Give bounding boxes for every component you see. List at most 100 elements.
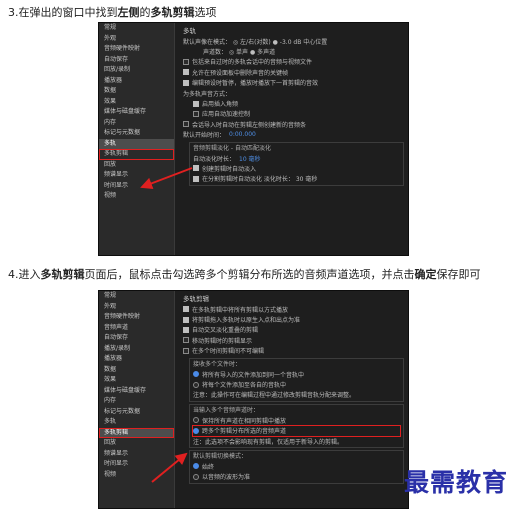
- option-row[interactable]: 保持所有声道在相同剪辑中播放: [193, 415, 400, 425]
- option-row: 自动淡化时长： 10 毫秒: [193, 153, 400, 163]
- option-label: 以音频的波形为准: [202, 474, 251, 482]
- multitrack-clip-options: 在多轨剪辑中将所有剪辑以方式播放 将剪辑拖入多轨时以原生入点和出点为准 自动交叉淡化…: [183, 304, 404, 356]
- option-row: 默认开始时间： 0:00.000: [183, 130, 404, 140]
- sidebar-item-15[interactable]: 频谱显示: [99, 449, 174, 460]
- option-row[interactable]: 在多个时间剪辑间不可编辑: [183, 346, 404, 356]
- option-label: 声道数： ◎ 单声 ● 多声道: [203, 49, 276, 57]
- multitrack-options: 默认声像在模式： ◎ 左/右(对数) ● -3.0 dB 中心位置 声道数： ◎ …: [183, 36, 404, 140]
- checkbox[interactable]: [193, 110, 199, 117]
- option-row[interactable]: 会话导入时自动在剪辑左侧创建新的音频条: [183, 119, 404, 129]
- checkbox[interactable]: [193, 100, 199, 107]
- sidebar-item-0[interactable]: 常规: [99, 23, 174, 34]
- sidebar-item-15[interactable]: 时间显示: [99, 181, 174, 192]
- option-label: 注：此选项不会影响现有剪辑，仅适用于新导入的剪辑。: [193, 438, 344, 446]
- sidebar-item-5[interactable]: 播放器: [99, 76, 174, 87]
- step-4-caption: 4.进入多轨剪辑页面后，鼠标点击勾选跨多个剪辑分布所选的音频声道选项，并点击确定…: [8, 268, 481, 282]
- sidebar-item-14[interactable]: 回放: [99, 438, 174, 449]
- option-row[interactable]: 允许在预设面板中删除声音的关键帧: [183, 67, 404, 77]
- option-label: 保持所有声道在相同剪辑中播放: [202, 417, 287, 425]
- sidebar-item-1[interactable]: 外观: [99, 34, 174, 45]
- sidebar-item-11[interactable]: 多轨: [99, 138, 174, 149]
- checkbox[interactable]: [183, 326, 189, 333]
- checkbox[interactable]: [183, 58, 189, 65]
- sidebar-item-2[interactable]: 音频硬件映射: [99, 44, 174, 55]
- clip-fade-group-title: 音频剪辑淡化 - 自动匹配淡化: [193, 144, 271, 152]
- option-label: 跨多个剪辑分布所选的音频声道: [202, 428, 287, 436]
- watermark-logo: 最需教育: [404, 468, 509, 497]
- sidebar-item-17[interactable]: 视频: [99, 470, 174, 481]
- option-row[interactable]: 将剪辑拖入多轨时以原生入点和出点为准: [183, 314, 404, 324]
- option-row: 为多轨声音方式：: [183, 88, 404, 98]
- sidebar-item-13[interactable]: 多轨剪辑: [99, 427, 174, 438]
- option-label: 创建剪辑时自动淡入: [202, 165, 257, 173]
- multichannel-options: 保持所有声道在相同剪辑中播放 跨多个剪辑分布所选的音频声道注：此选项不会影响现有剪…: [192, 415, 401, 446]
- option-row[interactable]: 移动剪辑时的剪辑显示: [183, 335, 404, 345]
- multitrack-panel: 多轨 默认声像在模式： ◎ 左/右(对数) ● -3.0 dB 中心位置 声道数：…: [179, 23, 408, 255]
- option-row[interactable]: 将每个文件添加至各自的音轨中: [193, 379, 400, 389]
- sidebar-item-8[interactable]: 媒体与磁盘缓存: [99, 107, 174, 118]
- sidebar-item-4[interactable]: 自动保存: [99, 333, 174, 344]
- option-row[interactable]: 自动交叉淡化重叠的剪辑: [183, 325, 404, 335]
- sidebar-item-3[interactable]: 自动保存: [99, 55, 174, 66]
- sidebar-item-6[interactable]: 播放器: [99, 354, 174, 365]
- sidebar-item-16[interactable]: 视频: [99, 191, 174, 202]
- sidebar-item-12[interactable]: 多轨: [99, 417, 174, 428]
- radio-button[interactable]: [193, 371, 199, 378]
- checkbox[interactable]: [183, 69, 189, 76]
- option-row[interactable]: 以音频的波形为准: [193, 472, 400, 482]
- radio-button[interactable]: [193, 381, 199, 388]
- option-row[interactable]: 跨多个剪辑分布所选的音频声道: [192, 424, 401, 437]
- option-label: 在分割剪辑时自动淡化 淡化时长： 30 毫秒: [202, 176, 318, 184]
- sidebar-item-3[interactable]: 音频声道: [99, 323, 174, 334]
- sidebar-item-1[interactable]: 外观: [99, 302, 174, 313]
- option-row[interactable]: 创建剪辑时自动淡入: [193, 163, 400, 173]
- sidebar-item-2[interactable]: 音频硬件映射: [99, 312, 174, 323]
- sidebar-item-11[interactable]: 标记与元数据: [99, 407, 174, 418]
- option-label: 移动剪辑时的剪辑显示: [192, 337, 253, 345]
- sidebar-item-0[interactable]: 常规: [99, 291, 174, 302]
- option-row[interactable]: 在分割剪辑时自动淡化 淡化时长： 30 毫秒: [193, 174, 400, 184]
- sidebar-item-10[interactable]: 内存: [99, 396, 174, 407]
- sidebar-item-13[interactable]: 回放: [99, 160, 174, 171]
- checkbox[interactable]: [193, 165, 199, 172]
- option-row[interactable]: 包括来自过时的多轨会话中的音频与视频文件: [183, 57, 404, 67]
- option-value[interactable]: 10 毫秒: [239, 154, 261, 163]
- sidebar-item-16[interactable]: 时间显示: [99, 459, 174, 470]
- checkbox[interactable]: [183, 337, 189, 344]
- option-row[interactable]: 在多轨剪辑中将所有剪辑以方式播放: [183, 304, 404, 314]
- sidebar-item-10[interactable]: 标记与元数据: [99, 128, 174, 139]
- radio-button[interactable]: [193, 427, 199, 434]
- sidebar-item-7[interactable]: 效果: [99, 97, 174, 108]
- step-3-text-b: 的: [139, 6, 151, 19]
- sidebar-item-9[interactable]: 内存: [99, 118, 174, 129]
- sidebar-item-8[interactable]: 效果: [99, 375, 174, 386]
- option-row[interactable]: 应用自动加速控制: [193, 109, 404, 119]
- sidebar-item-7[interactable]: 数据: [99, 365, 174, 376]
- clip-switch-group-title: 默认剪辑切换模式：: [193, 453, 248, 461]
- radio-button[interactable]: [193, 463, 199, 470]
- option-row[interactable]: 编辑预设时暂停，播放时播放下一首剪辑的音效: [183, 78, 404, 88]
- checkbox[interactable]: [183, 347, 189, 354]
- option-row[interactable]: 启用插入角频: [193, 98, 404, 108]
- checkbox[interactable]: [183, 79, 189, 86]
- sidebar-item-9[interactable]: 媒体与磁盘缓存: [99, 386, 174, 397]
- sidebar-item-6[interactable]: 数据: [99, 86, 174, 97]
- checkbox[interactable]: [183, 306, 189, 313]
- sidebar-item-12[interactable]: 多轨剪辑: [99, 149, 174, 160]
- option-row[interactable]: 始终: [193, 461, 400, 471]
- checkbox[interactable]: [193, 175, 199, 182]
- sidebar-item-14[interactable]: 频谱显示: [99, 170, 174, 181]
- sidebar-item-4[interactable]: 回放/录制: [99, 65, 174, 76]
- import-files-options: 将所有导入的文件添加到同一个音轨中 将每个文件添加至各自的音轨中 注意：此操作可在编…: [193, 369, 400, 400]
- checkbox[interactable]: [183, 121, 189, 128]
- sidebar-item-5[interactable]: 播放/录制: [99, 344, 174, 355]
- clip-switch-group: 默认剪辑切换模式： 始终以音频的波形为准: [189, 450, 404, 485]
- radio-button[interactable]: [193, 473, 199, 480]
- checkbox[interactable]: [183, 316, 189, 323]
- option-label: 在多个时间剪辑间不可编辑: [192, 348, 265, 356]
- option-row[interactable]: 将所有导入的文件添加到同一个音轨中: [193, 369, 400, 379]
- step-4-bold-b: 确定: [414, 268, 437, 281]
- radio-button[interactable]: [193, 417, 199, 424]
- multichannel-group: 当输入多个音频声道时： 保持所有声道在相同剪辑中播放 跨多个剪辑分布所选的音频声道…: [189, 404, 404, 449]
- option-value[interactable]: 0:00.000: [229, 131, 256, 138]
